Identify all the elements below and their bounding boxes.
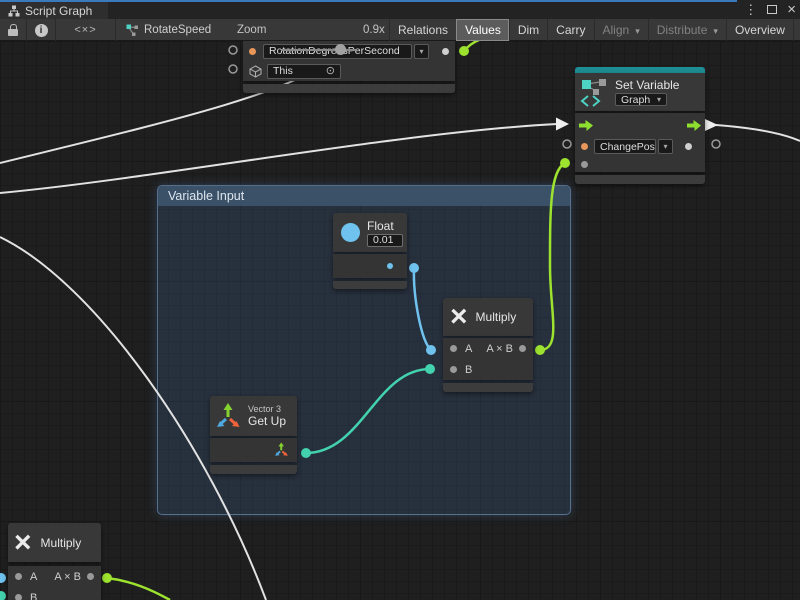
port-variable-name[interactable] — [581, 143, 588, 150]
node-footer[interactable] — [575, 175, 705, 184]
target-field[interactable]: This — [267, 64, 341, 79]
window-tab-bar: Script Graph ⋮ × — [0, 0, 800, 19]
node-get-up[interactable]: Vector 3 Get Up — [210, 396, 297, 474]
variable-name-dropdown[interactable]: RotationDegreesPerSecond — [263, 44, 429, 59]
port-input-b[interactable] — [15, 594, 22, 600]
window-close-icon[interactable]: × — [787, 0, 796, 19]
node-footer[interactable] — [443, 383, 533, 392]
toolbar-button-relations[interactable]: Relations — [389, 19, 456, 41]
toolbar-button-full-screen[interactable]: Full Screen — [793, 19, 800, 41]
group-header[interactable]: Variable Input — [158, 186, 570, 206]
port-value-input[interactable] — [581, 161, 588, 168]
port-input-a[interactable] — [15, 573, 22, 580]
control-input-arrow-icon[interactable] — [578, 119, 594, 132]
dropdown-arrow-icon[interactable] — [414, 44, 429, 59]
port-vector3-output[interactable] — [274, 442, 289, 458]
control-output-arrow-icon[interactable] — [686, 119, 702, 132]
zoom-value: 0.9x — [363, 19, 385, 41]
node-multiply-bottom[interactable]: Multiply A A × B B — [8, 523, 101, 600]
dropdown-arrow-icon[interactable] — [658, 139, 673, 154]
toolbar-button-values[interactable]: Values — [456, 19, 509, 41]
node-title: Multiply — [476, 310, 517, 324]
port-output-result[interactable] — [87, 573, 94, 580]
vector3-icon — [215, 402, 242, 431]
port-label-result: A × B — [486, 343, 513, 355]
tab-script-graph[interactable]: Script Graph — [0, 2, 108, 19]
window-maximize-icon[interactable] — [767, 5, 777, 14]
multiply-icon — [450, 304, 468, 330]
cube-icon — [249, 65, 262, 78]
port-value-output[interactable] — [442, 48, 449, 55]
port-variable-name[interactable] — [249, 48, 256, 55]
port-input-b[interactable] — [450, 366, 457, 373]
info-icon — [35, 24, 48, 37]
node-title: Set Variable — [615, 78, 679, 92]
variable-name-dropdown[interactable]: ChangePos — [594, 139, 673, 154]
tab-title: Script Graph — [25, 4, 92, 18]
node-float-literal[interactable]: Float 0.01 — [333, 213, 407, 289]
node-multiply[interactable]: Multiply A A × B B — [443, 298, 533, 392]
node-title: Get Up — [248, 414, 286, 428]
variable-name-value[interactable]: ChangePos — [594, 139, 656, 154]
toolbar-button-carry[interactable]: Carry — [547, 19, 593, 41]
zoom-label: Zoom — [237, 19, 266, 41]
node-title: Float — [367, 219, 403, 233]
port-label-result: A × B — [54, 571, 81, 583]
node-type-label: Vector 3 — [248, 404, 286, 414]
group-title: Variable Input — [168, 189, 244, 203]
port-label-b: B — [465, 364, 472, 376]
node-footer[interactable] — [333, 281, 407, 289]
node-footer[interactable] — [243, 84, 455, 93]
graph-breadcrumb-icon — [126, 24, 139, 37]
variable-scope-dropdown[interactable]: Graph ▾ — [615, 93, 667, 106]
port-label-a: A — [465, 343, 472, 355]
lock-button[interactable] — [0, 19, 27, 41]
object-picker-icon[interactable] — [326, 66, 335, 77]
graph-tab-icon — [8, 5, 20, 17]
scope-value: Graph — [621, 94, 650, 106]
float-value-field[interactable]: 0.01 — [367, 234, 403, 247]
code-preview-button[interactable]: <×> — [56, 19, 116, 41]
port-label-a: A — [30, 571, 37, 583]
toolbar-button-align[interactable]: Align — [594, 19, 648, 41]
multiply-icon — [14, 530, 32, 556]
port-input-a[interactable] — [450, 345, 457, 352]
toolbar-button-distribute[interactable]: Distribute — [648, 19, 726, 41]
window-menu-icon[interactable]: ⋮ — [744, 0, 757, 19]
script-graph-window: Variable Input — [0, 0, 800, 600]
toolbar-button-dim[interactable]: Dim — [509, 19, 547, 41]
port-output-result[interactable] — [519, 345, 526, 352]
toolbar-button-overview[interactable]: Overview — [726, 19, 793, 41]
breadcrumb[interactable]: RotateSpeed — [126, 19, 211, 41]
float-type-icon — [341, 223, 360, 242]
lock-icon — [8, 24, 18, 36]
target-value: This — [273, 65, 293, 77]
node-footer[interactable] — [210, 465, 297, 474]
graph-toolbar: <×> RotateSpeed Zoom 0.9x Relations Valu… — [0, 19, 800, 41]
port-float-output[interactable] — [387, 263, 393, 269]
node-title: Multiply — [41, 536, 82, 550]
code-icon: <×> — [74, 24, 96, 36]
focus-accent-line — [0, 0, 737, 2]
port-value-output[interactable] — [685, 143, 692, 150]
port-label-b: B — [30, 592, 37, 600]
zoom-slider-handle[interactable] — [335, 44, 346, 55]
breadcrumb-label: RotateSpeed — [144, 24, 211, 36]
node-set-variable[interactable]: Set Variable Graph ▾ ChangePo — [575, 67, 705, 184]
graph-variable-icon — [579, 77, 609, 107]
inspect-button[interactable] — [27, 19, 56, 41]
